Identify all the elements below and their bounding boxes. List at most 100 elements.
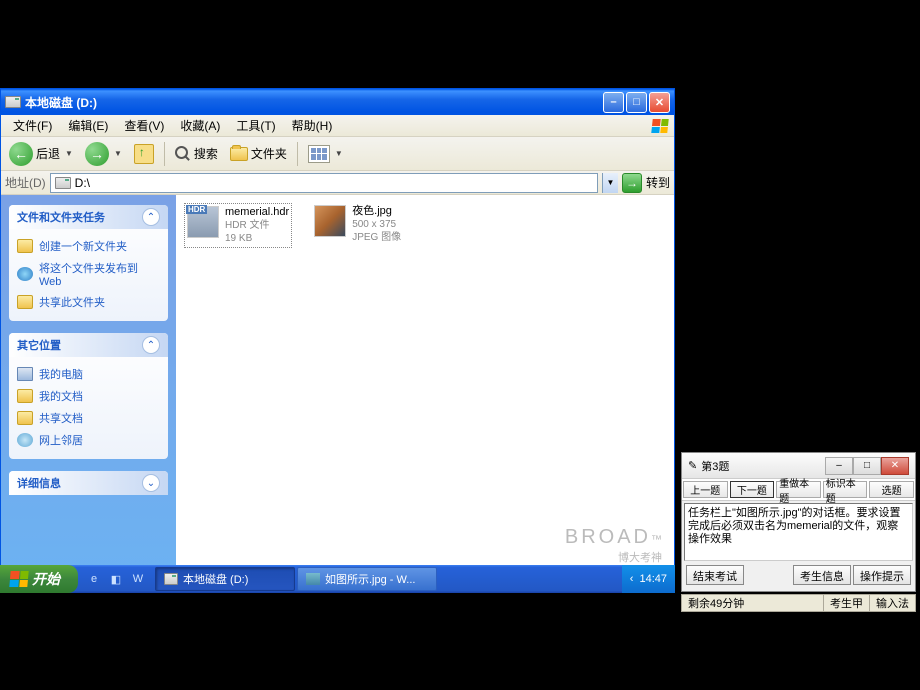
task-share-folder[interactable]: 共享此文件夹 bbox=[17, 291, 160, 313]
quiz-footer: 结束考试 考生信息 操作提示 bbox=[682, 563, 915, 587]
menu-favorites[interactable]: 收藏(A) bbox=[172, 115, 228, 136]
file-list[interactable]: memerial.hdr HDR 文件 19 KB 夜色.jpg 500 x 3… bbox=[176, 195, 674, 577]
quick-launch: e ◧ W bbox=[78, 569, 154, 589]
folder-icon bbox=[230, 147, 248, 161]
expand-icon[interactable]: ⌄ bbox=[142, 474, 160, 492]
globe-icon bbox=[17, 267, 33, 281]
computer-icon bbox=[17, 367, 33, 381]
next-question-button[interactable]: 下一题 bbox=[730, 481, 775, 498]
task-publish-web[interactable]: 将这个文件夹发布到 Web bbox=[17, 257, 160, 291]
taskbar-item-viewer[interactable]: 如图所示.jpg - W... bbox=[297, 567, 437, 591]
details-header[interactable]: 详细信息 ⌄ bbox=[9, 471, 168, 495]
file-size: 19 KB bbox=[225, 232, 289, 245]
folder-icon bbox=[17, 239, 33, 253]
file-name: 夜色.jpg bbox=[352, 205, 401, 218]
tray-chevron-icon[interactable]: ‹ bbox=[630, 573, 634, 585]
forward-arrow-icon: → bbox=[85, 142, 109, 166]
chevron-down-icon: ▼ bbox=[114, 149, 122, 158]
back-arrow-icon: ← bbox=[9, 142, 33, 166]
drive-icon bbox=[164, 573, 178, 585]
titlebar[interactable]: 本地磁盘 (D:) – □ ✕ bbox=[1, 89, 674, 115]
file-meta: HDR 文件 bbox=[225, 219, 289, 232]
show-desktop-icon[interactable]: ◧ bbox=[106, 569, 126, 589]
hint-button[interactable]: 操作提示 bbox=[853, 565, 911, 585]
up-button[interactable] bbox=[130, 142, 158, 166]
folder-icon bbox=[17, 411, 33, 425]
tasks-header[interactable]: 文件和文件夹任务 ⌃ bbox=[9, 205, 168, 229]
file-item[interactable]: memerial.hdr HDR 文件 19 KB bbox=[184, 203, 292, 248]
views-button[interactable]: ▼ bbox=[304, 143, 347, 165]
other-places-header[interactable]: 其它位置 ⌃ bbox=[9, 333, 168, 357]
address-input[interactable]: D:\ bbox=[50, 173, 598, 193]
quiz-minimize-button[interactable]: – bbox=[825, 457, 853, 475]
student-info-button[interactable]: 考生信息 bbox=[793, 565, 851, 585]
search-icon bbox=[175, 146, 191, 162]
start-button[interactable]: 开始 bbox=[0, 565, 78, 593]
start-label: 开始 bbox=[32, 569, 60, 589]
quiz-body[interactable]: 任务栏上"如图所示.jpg"的对话框。要求设置完成后必须双击名为memerial… bbox=[684, 503, 913, 561]
redo-question-button[interactable]: 重做本题 bbox=[776, 481, 821, 498]
collapse-icon[interactable]: ⌃ bbox=[142, 336, 160, 354]
word-icon[interactable]: W bbox=[128, 569, 148, 589]
folder-up-icon bbox=[134, 144, 154, 164]
menu-file[interactable]: 文件(F) bbox=[5, 115, 60, 136]
task-new-folder[interactable]: 创建一个新文件夹 bbox=[17, 235, 160, 257]
end-exam-button[interactable]: 结束考试 bbox=[686, 565, 744, 585]
quiz-title: 第3题 bbox=[701, 458, 821, 474]
file-item[interactable]: 夜色.jpg 500 x 375 JPEG 图像 bbox=[312, 203, 403, 246]
folder-icon bbox=[17, 295, 33, 309]
link-my-documents[interactable]: 我的文档 bbox=[17, 385, 160, 407]
watermark: BROAD™ 博大考神 bbox=[565, 526, 662, 565]
ie-icon[interactable]: e bbox=[84, 569, 104, 589]
menu-help[interactable]: 帮助(H) bbox=[284, 115, 341, 136]
folders-button[interactable]: 文件夹 bbox=[226, 143, 291, 164]
clock: 14:47 bbox=[639, 573, 667, 585]
address-dropdown[interactable]: ▼ bbox=[602, 173, 618, 193]
prev-question-button[interactable]: 上一题 bbox=[683, 481, 728, 498]
mark-question-button[interactable]: 标识本题 bbox=[823, 481, 868, 498]
details-panel: 详细信息 ⌄ bbox=[9, 471, 168, 495]
minimize-button[interactable]: – bbox=[603, 92, 624, 113]
ime-status[interactable]: 输入法 bbox=[870, 595, 915, 611]
other-places-title: 其它位置 bbox=[17, 337, 61, 353]
collapse-icon[interactable]: ⌃ bbox=[142, 208, 160, 226]
back-label: 后退 bbox=[36, 145, 60, 162]
exam-status-bar: 剩余49分钟 考生甲 输入法 bbox=[681, 594, 916, 612]
taskbar-item-explorer[interactable]: 本地磁盘 (D:) bbox=[155, 567, 295, 591]
toolbar-separator bbox=[164, 142, 165, 166]
link-my-computer[interactable]: 我的电脑 bbox=[17, 363, 160, 385]
chevron-down-icon: ▼ bbox=[65, 149, 73, 158]
quiz-close-button[interactable]: ✕ bbox=[881, 457, 909, 475]
hdr-file-icon bbox=[187, 206, 219, 238]
views-icon bbox=[308, 145, 330, 163]
windows-logo-icon bbox=[648, 115, 672, 137]
select-question-button[interactable]: 选题 bbox=[869, 481, 914, 498]
folder-icon bbox=[17, 389, 33, 403]
drive-icon bbox=[55, 177, 71, 189]
search-button[interactable]: 搜索 bbox=[171, 143, 222, 164]
quiz-maximize-button[interactable]: □ bbox=[853, 457, 881, 475]
folders-label: 文件夹 bbox=[251, 145, 287, 162]
menubar: 文件(F) 编辑(E) 查看(V) 收藏(A) 工具(T) 帮助(H) bbox=[1, 115, 674, 137]
drive-icon bbox=[5, 94, 21, 110]
taskbar: 开始 e ◧ W 本地磁盘 (D:) 如图所示.jpg - W... ‹ 14:… bbox=[0, 565, 675, 593]
system-tray[interactable]: ‹ 14:47 bbox=[622, 565, 675, 593]
menu-tools[interactable]: 工具(T) bbox=[228, 115, 283, 136]
close-button[interactable]: ✕ bbox=[649, 92, 670, 113]
forward-button[interactable]: → ▼ bbox=[81, 140, 126, 168]
link-shared-docs[interactable]: 共享文档 bbox=[17, 407, 160, 429]
addressbar: 地址(D) D:\ ▼ → 转到 bbox=[1, 171, 674, 195]
toolbar-separator bbox=[297, 142, 298, 166]
address-value: D:\ bbox=[75, 176, 90, 190]
quiz-nav: 上一题 下一题 重做本题 标识本题 选题 bbox=[682, 479, 915, 501]
maximize-button[interactable]: □ bbox=[626, 92, 647, 113]
windows-logo-icon bbox=[9, 571, 28, 587]
menu-view[interactable]: 查看(V) bbox=[116, 115, 172, 136]
image-icon bbox=[306, 573, 320, 585]
menu-edit[interactable]: 编辑(E) bbox=[60, 115, 116, 136]
link-network[interactable]: 网上邻居 bbox=[17, 429, 160, 451]
back-button[interactable]: ← 后退 ▼ bbox=[5, 140, 77, 168]
go-button[interactable]: → bbox=[622, 173, 642, 193]
toolbar: ← 后退 ▼ → ▼ 搜索 文件夹 ▼ bbox=[1, 137, 674, 171]
details-title: 详细信息 bbox=[17, 475, 61, 491]
